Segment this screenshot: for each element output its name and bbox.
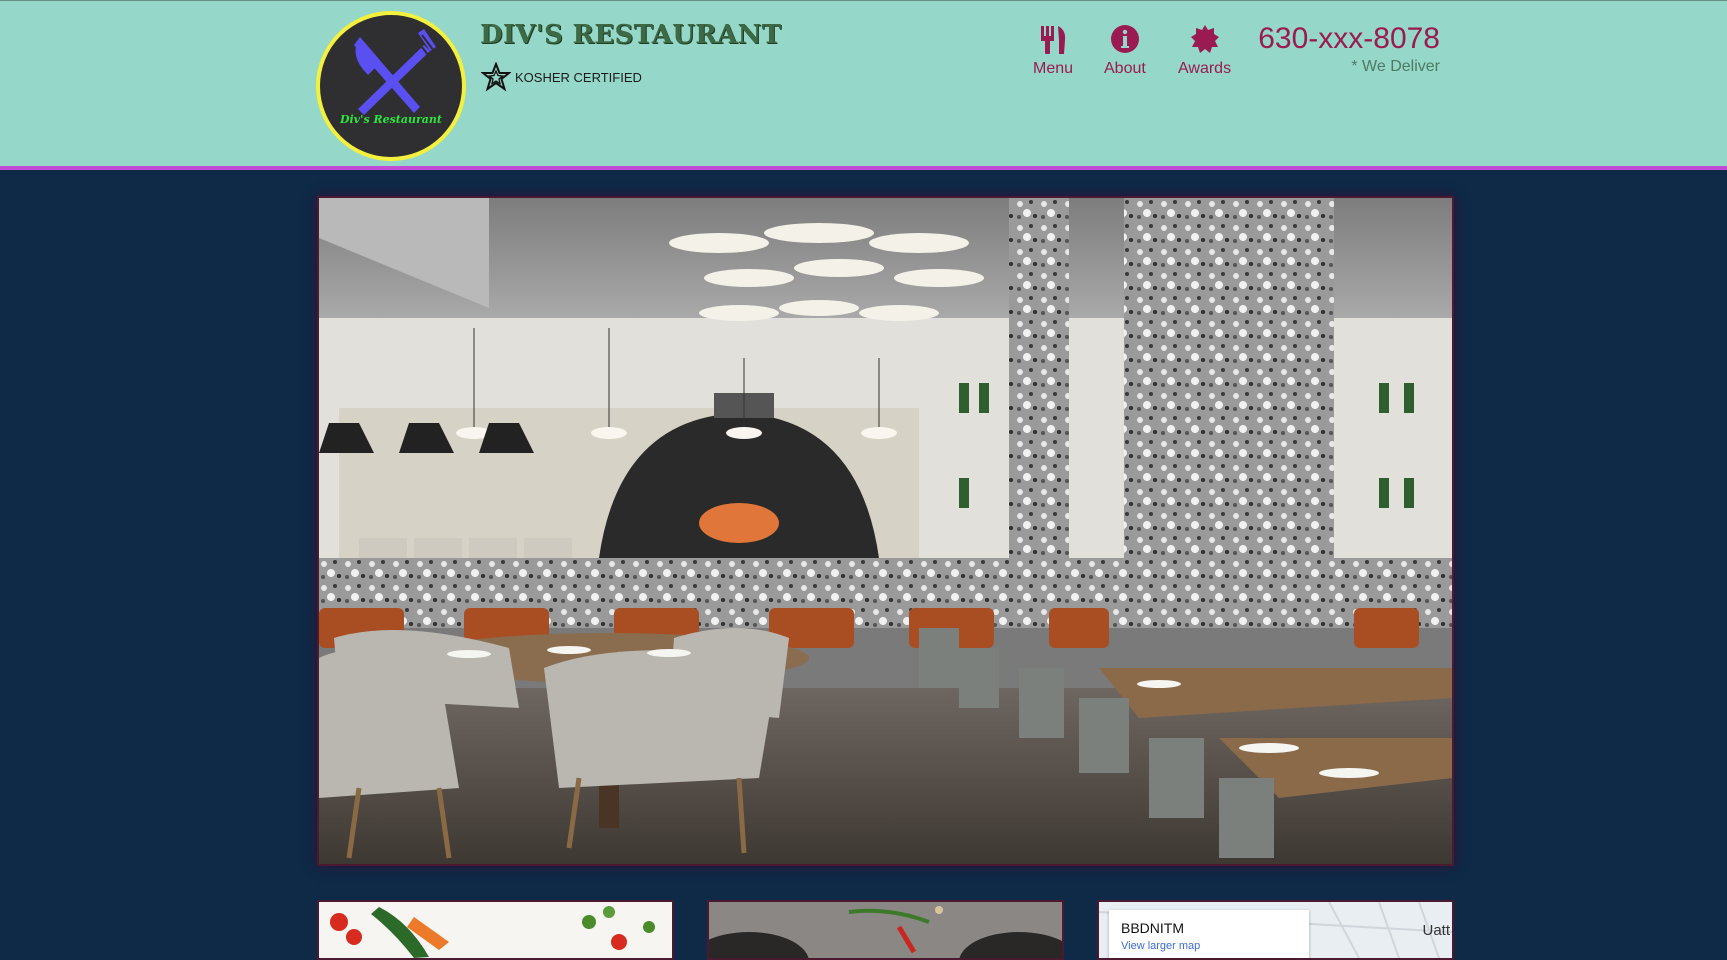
phone-number[interactable]: 630-xxx-8078 [1258,22,1440,56]
nav-menu-label: Menu [1033,60,1074,77]
location-map[interactable]: BBDNITM View larger map Uatt [1097,900,1454,960]
nav-menu[interactable]: Menu [1033,24,1073,78]
view-larger-map-link[interactable]: View larger map [1121,940,1200,952]
map-info-box: BBDNITM View larger map [1109,910,1309,958]
star-icon [481,62,511,92]
info-icon [1110,25,1139,53]
dishes-illustration [709,902,1062,958]
map-city-label: Uatt [1422,922,1450,939]
utensils-icon [1041,26,1066,54]
logo-text: Div's Restaurant [339,113,443,126]
restaurant-interior-illustration [319,198,1452,864]
restaurant-title: DIV'S RESTAURANT [480,20,782,50]
nav-about-label: About [1104,60,1146,77]
top-divider [0,0,1727,1]
nav-about[interactable]: About [1104,24,1146,78]
hero-image [317,196,1454,866]
food-card-vegetables[interactable] [317,900,674,960]
site-header: Div's Restaurant DIV'S RESTAURANT KOSHER… [0,0,1727,170]
badge-icon [1190,25,1219,53]
fork-knife-icon [354,29,436,115]
restaurant-logo[interactable]: Div's Restaurant [316,11,466,161]
delivery-note: * We Deliver [1351,58,1440,75]
nav-awards-label: Awards [1178,60,1232,77]
map-place-name: BBDNITM [1121,920,1184,936]
nav-awards[interactable]: Awards [1178,24,1231,78]
vegetables-illustration [319,902,672,958]
kosher-badge: KOSHER CERTIFIED [481,62,642,92]
kosher-label: KOSHER CERTIFIED [515,69,642,85]
food-card-dishes[interactable] [707,900,1064,960]
